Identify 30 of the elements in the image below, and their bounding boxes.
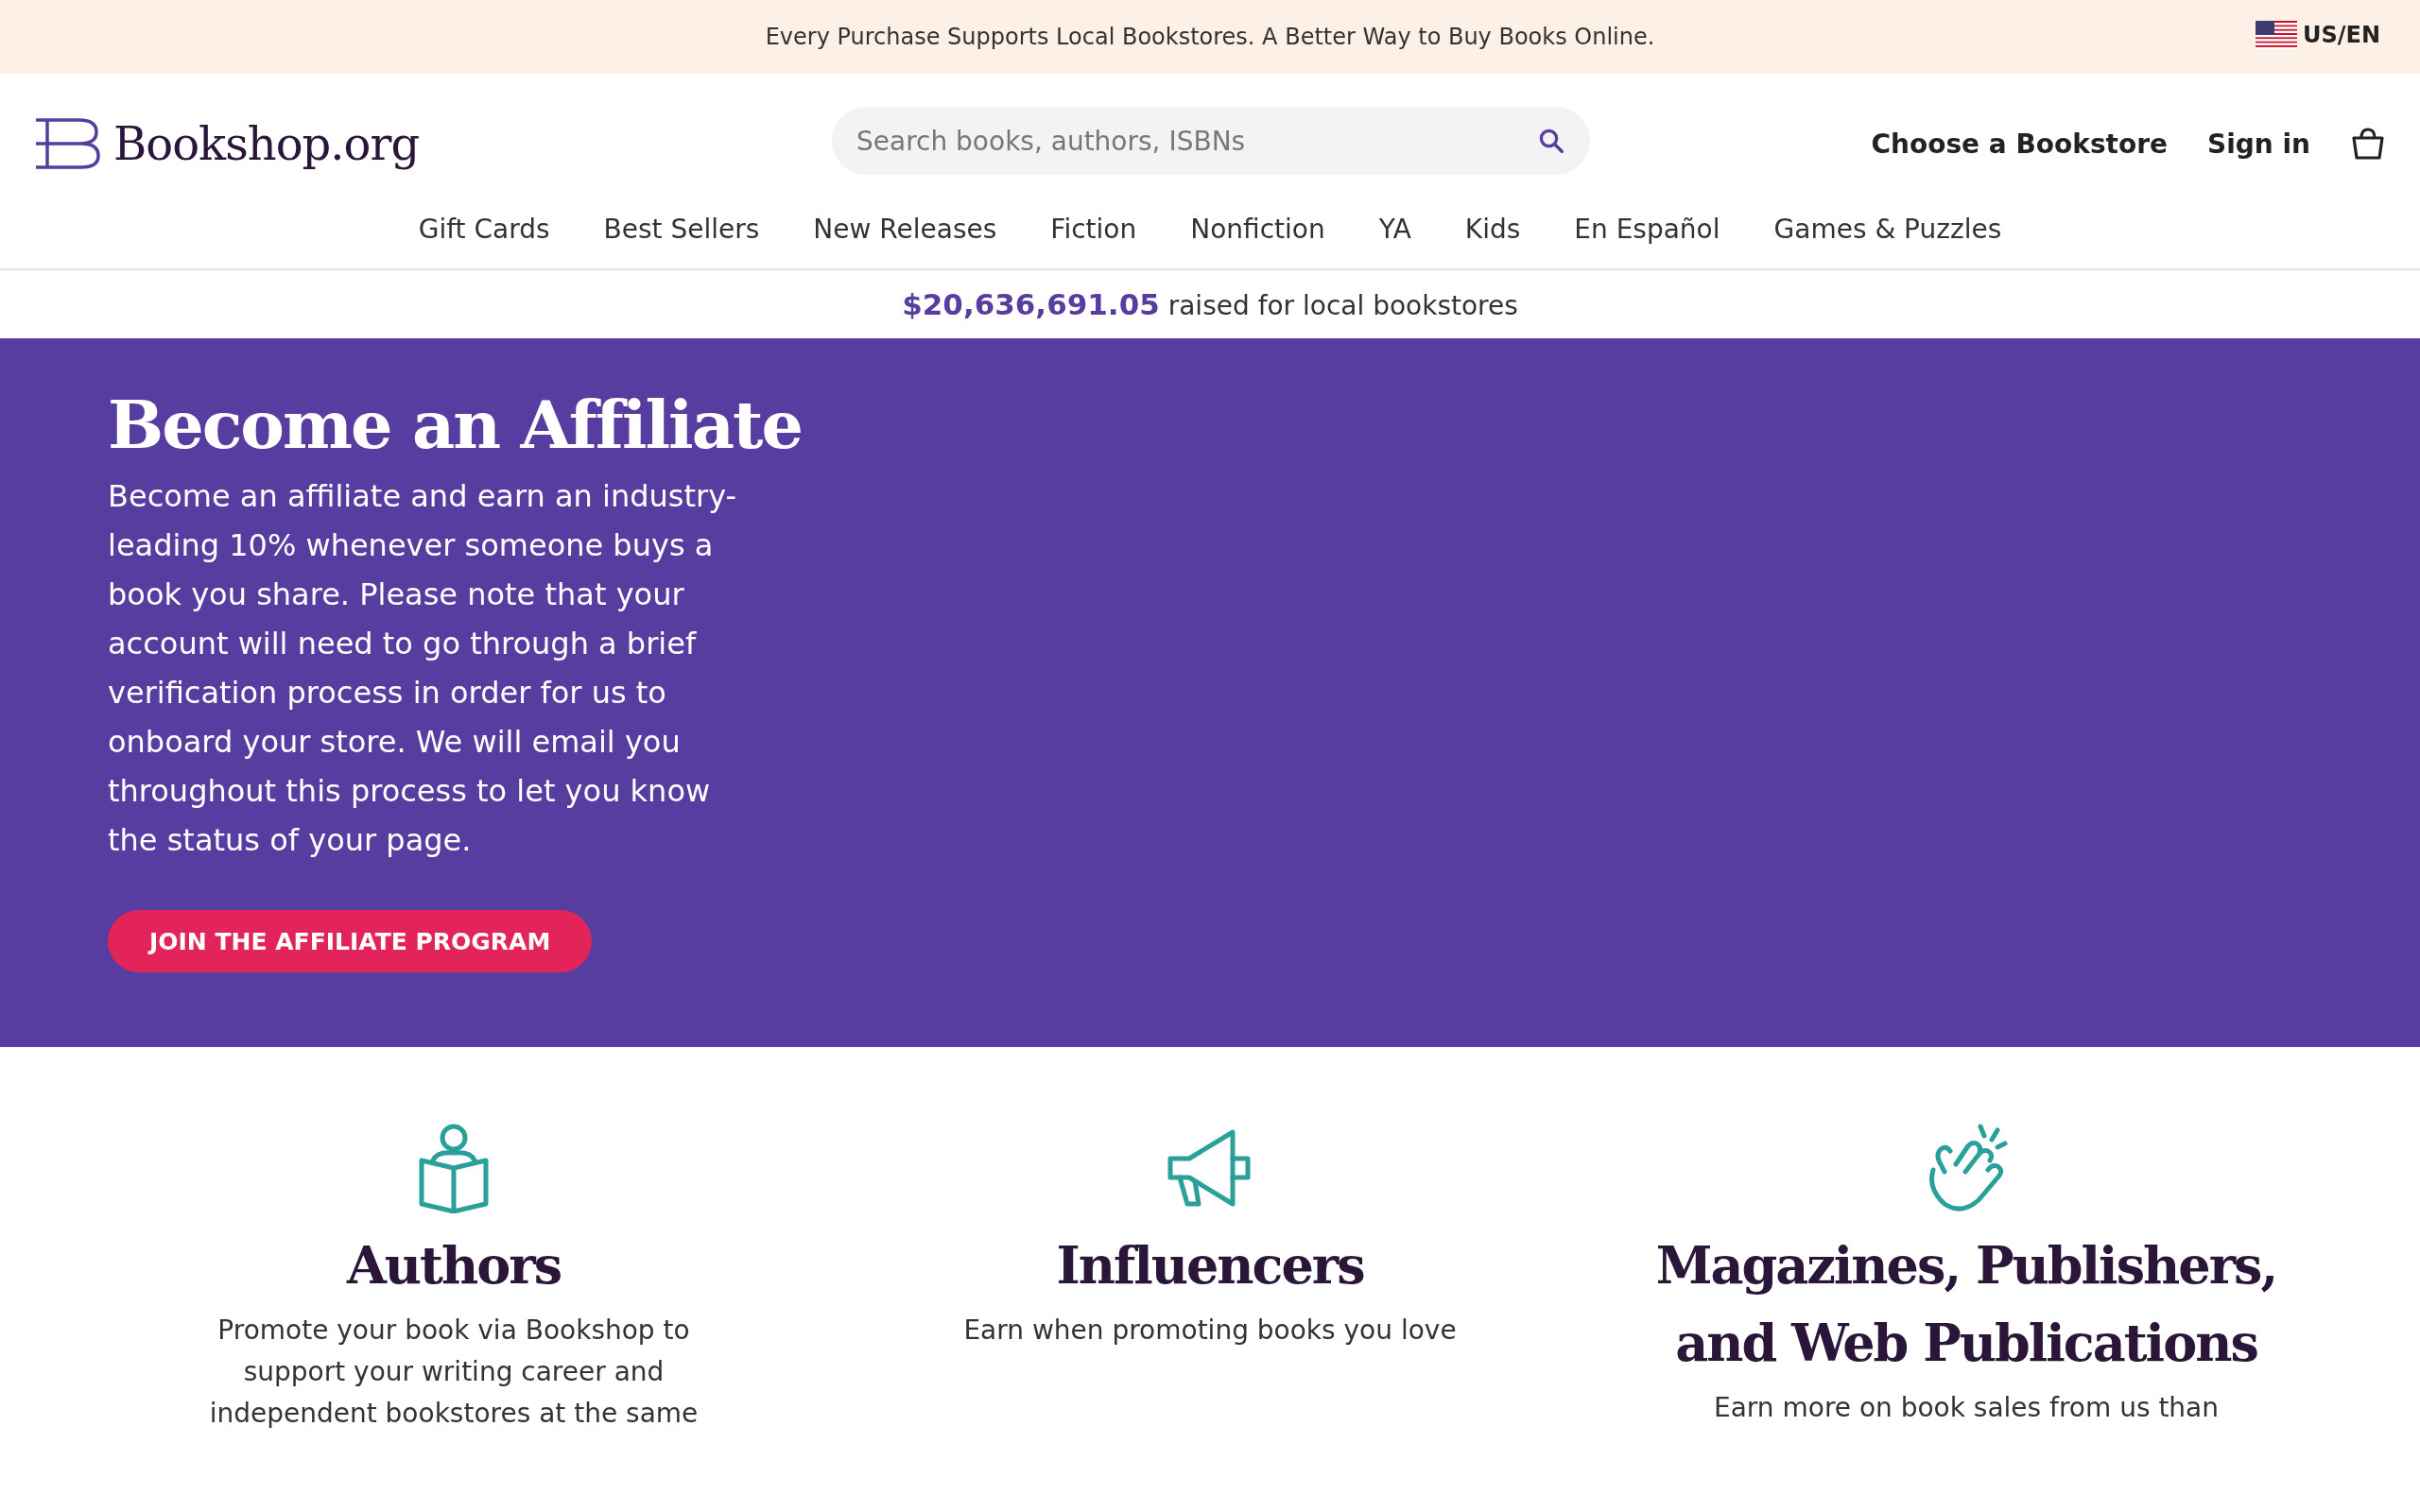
nav-link[interactable]: Gift Cards — [418, 214, 550, 245]
promo-message: Every Purchase Supports Local Bookstores. A Better Way to Buy Books Online. — [765, 24, 1655, 50]
reader-icon — [418, 1123, 490, 1213]
audience-title: Magazines, Publishers, and Web Publications — [1654, 1234, 2278, 1375]
nav-link[interactable]: En Español — [1574, 214, 1720, 245]
nav-link[interactable]: Best Sellers — [603, 214, 760, 245]
hero-description: Become an affiliate and earn an industry-leading 10% whenever someone buys a book you share. Please note that your account will need to go through a brief verification process in order for us to onboard your store. We will email you throughout this process to let you know the status of your page. — [108, 477, 738, 860]
flag-icon — [2255, 21, 2297, 49]
audience-description: Promote your book via Bookshop to support your writing career and independent bookstores at the same — [208, 1314, 700, 1431]
nav-link[interactable]: New Releases — [813, 214, 997, 245]
nav-link[interactable]: YA — [1378, 214, 1411, 245]
logo-icon — [34, 117, 100, 170]
search-icon[interactable] — [1537, 127, 1565, 155]
raised-total: $20,636,691.05 raised for local bookstores — [902, 287, 1518, 321]
nav-link[interactable]: Games & Puzzles — [1773, 214, 2002, 245]
locale-selector[interactable]: US/EN — [2255, 21, 2380, 49]
nav-link[interactable]: Kids — [1464, 214, 1521, 245]
header-link[interactable]: Choose a Bookstore — [1871, 128, 2168, 160]
audience-title: Authors — [346, 1234, 562, 1297]
cart-icon[interactable] — [2350, 127, 2386, 161]
search-field[interactable]: Search books, authors, ISBNs — [832, 107, 1590, 175]
audience-title: Influencers — [1056, 1234, 1364, 1297]
nav-link[interactable]: Nonfiction — [1190, 214, 1325, 245]
nav-link[interactable]: Fiction — [1050, 214, 1137, 245]
audience-description: Earn more on book sales from us than — [1712, 1391, 2220, 1425]
header-link[interactable]: Sign in — [2206, 128, 2310, 160]
join-affiliate-button[interactable]: JOIN THE AFFILIATE PROGRAM — [108, 910, 593, 972]
hero-title: Become an Affiliate — [108, 386, 802, 464]
audience-description: Earn when promoting books you love — [962, 1314, 1458, 1348]
bookshop-logo[interactable]: Bookshop.org — [34, 117, 420, 170]
